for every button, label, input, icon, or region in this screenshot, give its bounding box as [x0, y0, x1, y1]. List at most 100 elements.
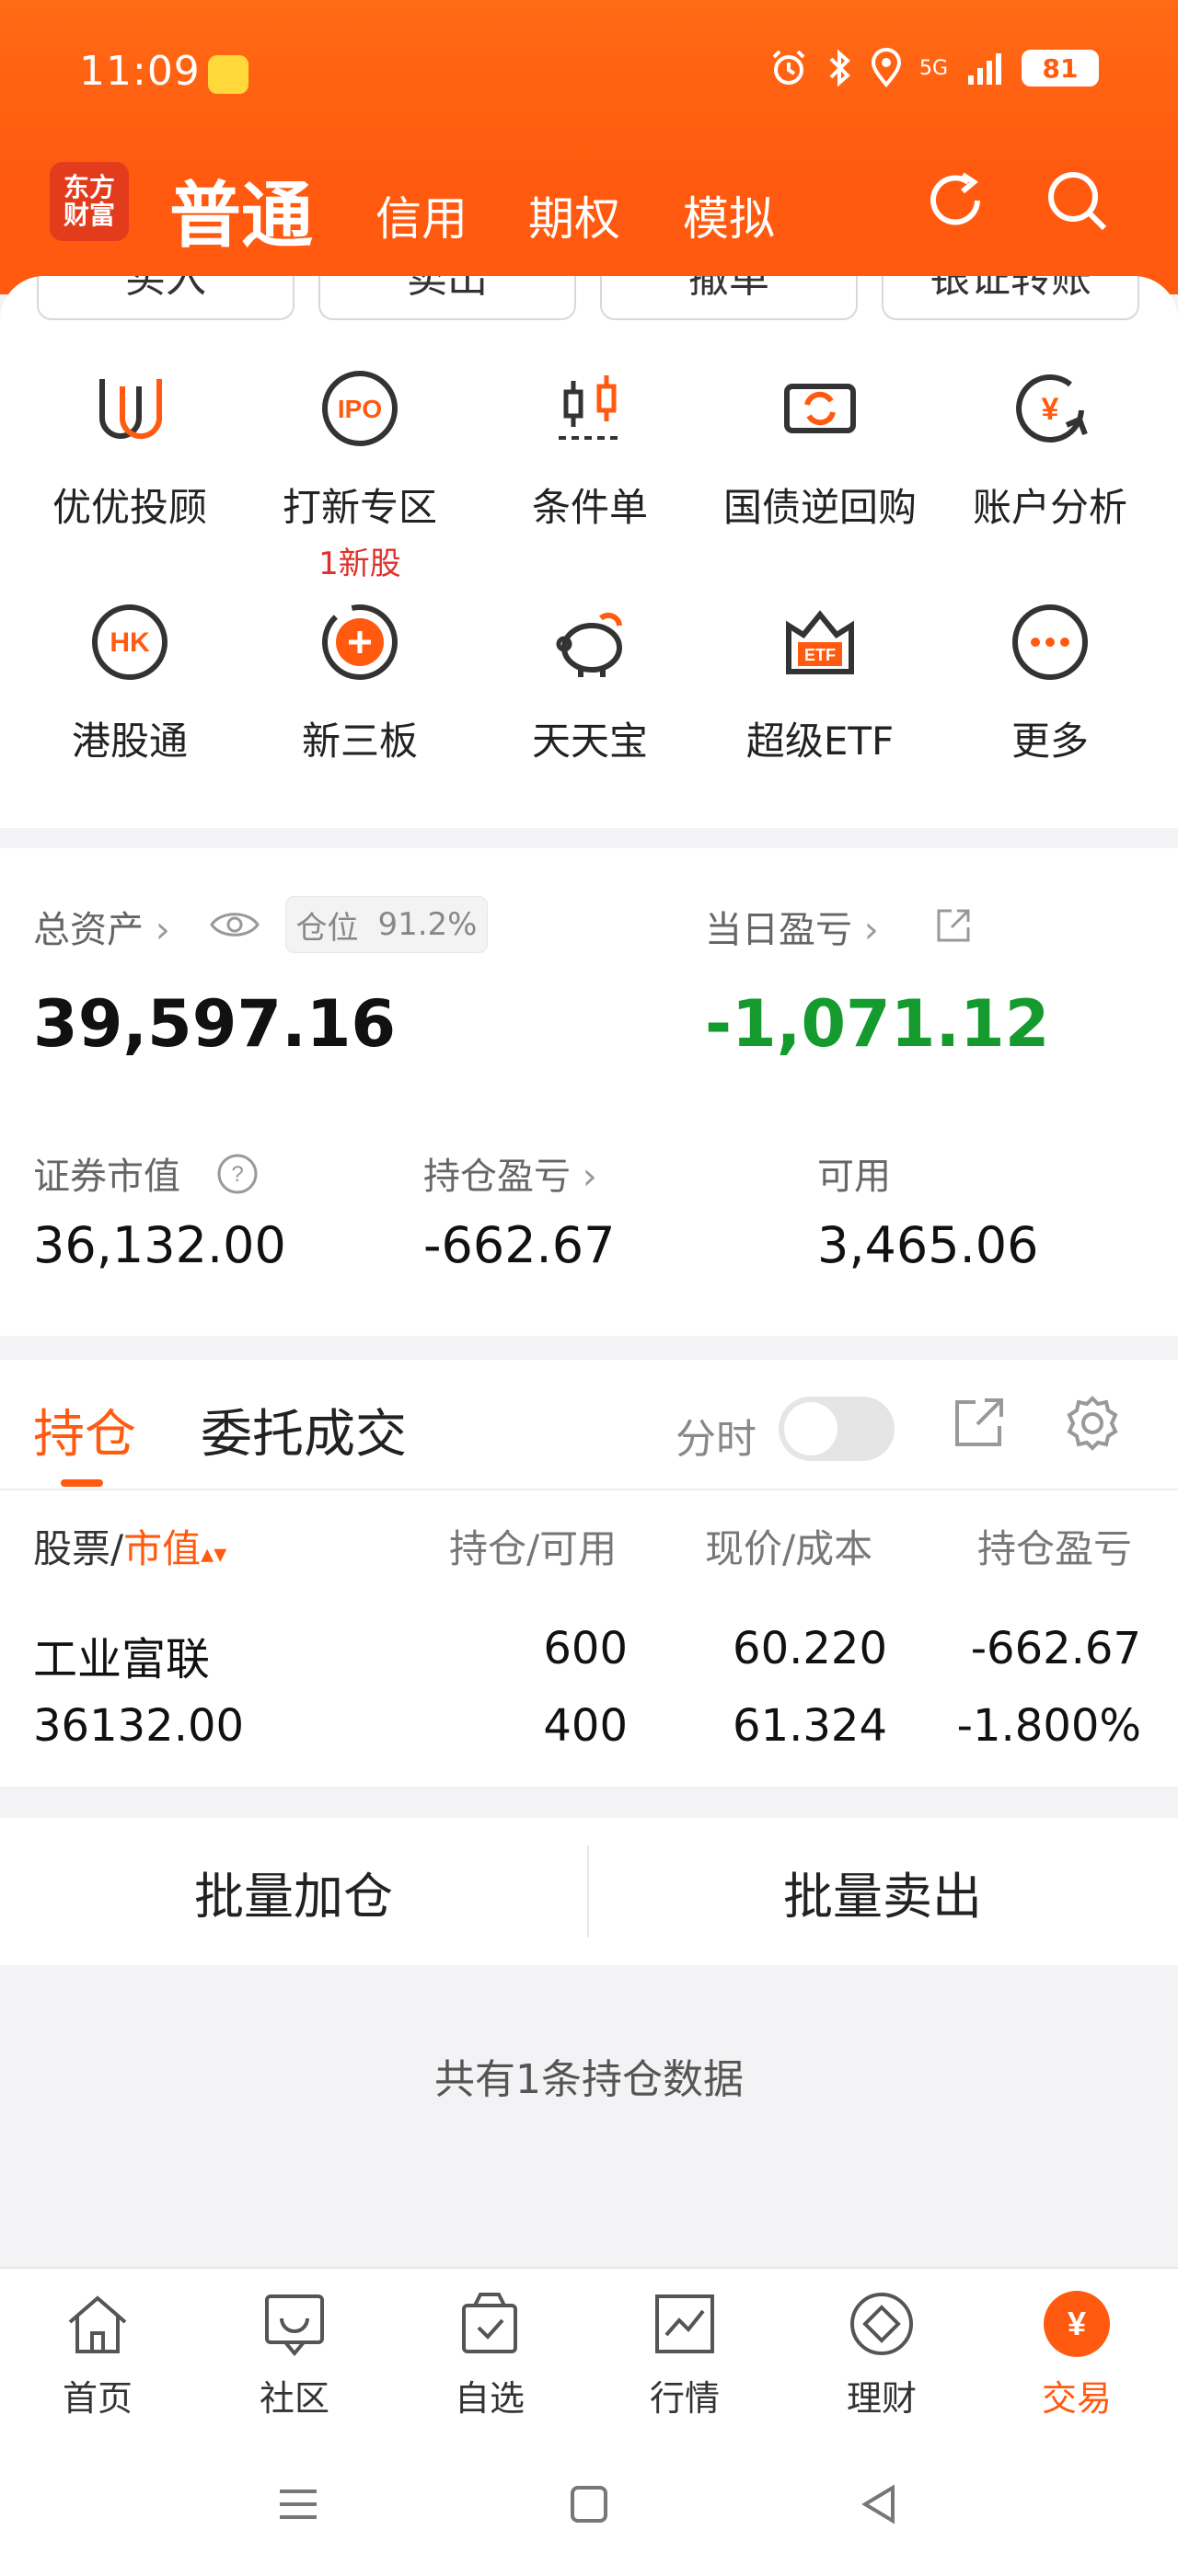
- market-value-label-text: 证券市值: [33, 1156, 180, 1198]
- nav-label: 首页: [62, 2378, 133, 2419]
- eye-icon[interactable]: [208, 907, 261, 942]
- grid-label: 优优投顾: [52, 485, 207, 530]
- batch-sell-button[interactable]: 批量卖出: [589, 1818, 1176, 1965]
- nav-watchlist[interactable]: 自选: [416, 2287, 563, 2421]
- search-icon[interactable]: [1042, 166, 1112, 236]
- position-ratio-badge: 仓位 91.2%: [285, 896, 488, 953]
- signal-icon: [968, 53, 1001, 85]
- bank-transfer-button[interactable]: 银证转账: [882, 276, 1139, 320]
- network-type: 5G: [918, 56, 948, 80]
- back-icon[interactable]: [856, 2480, 904, 2528]
- total-assets-label-text: 总资产: [33, 909, 144, 951]
- chevron-right-icon: ›: [582, 1156, 597, 1198]
- etf-icon: ETF: [786, 610, 854, 674]
- timeshare-label: 分时: [676, 1416, 756, 1463]
- help-icon[interactable]: ?: [215, 1152, 260, 1196]
- asset-summary: 总资产 › 仓位 91.2% 39,597.16 当日盈亏 › -1,071.1…: [0, 848, 1178, 1336]
- cancel-order-button[interactable]: 撤单: [600, 276, 858, 320]
- column-stock[interactable]: 股票/市值▴▾: [33, 1518, 226, 1574]
- svg-text:¥: ¥: [1042, 392, 1059, 427]
- total-assets-label[interactable]: 总资产 ›: [33, 900, 170, 953]
- grid-label: 天天宝: [531, 719, 648, 764]
- daily-pl-label-text: 当日盈亏: [705, 909, 852, 951]
- function-card: 买入 卖出 撤单 银证转账 优优投顾 IPO 打新专区 1新股 条件单 国债逆回…: [0, 276, 1178, 828]
- column-price[interactable]: 现价/成本: [705, 1518, 872, 1574]
- piggy-bank-icon: [556, 612, 622, 677]
- nav-market[interactable]: 行情: [611, 2287, 758, 2421]
- tab-positions[interactable]: 持仓: [33, 1393, 136, 1467]
- stock-market-value: 36132.00: [33, 1700, 245, 1752]
- holding-pl-label[interactable]: 持仓盈亏 ›: [423, 1146, 597, 1200]
- location-icon: [871, 48, 901, 88]
- buy-button[interactable]: 买入: [37, 276, 294, 320]
- nav-label: 自选: [454, 2378, 525, 2419]
- nav-wealth[interactable]: 理财: [808, 2287, 955, 2421]
- daily-pl-label[interactable]: 当日盈亏 ›: [705, 900, 879, 953]
- grid-label: 超级ETF: [745, 719, 895, 764]
- grid-item-piggy-bank[interactable]: 天天宝: [475, 598, 705, 766]
- chevron-right-icon: ›: [863, 909, 879, 951]
- grid-item-more[interactable]: 更多: [935, 598, 1165, 766]
- timeshare-toggle[interactable]: [779, 1397, 895, 1461]
- more-icon: [1012, 604, 1088, 680]
- holding-pl-value: -662.67: [423, 1216, 616, 1274]
- youyou-advisor-icon: [99, 379, 163, 440]
- sort-icon: ▴▾: [201, 1538, 227, 1569]
- status-time: 11:09: [79, 48, 201, 95]
- nav-community[interactable]: 社区: [221, 2287, 368, 2421]
- grid-item-condition-order[interactable]: 条件单: [475, 364, 705, 533]
- holding-pl-label-text: 持仓盈亏: [423, 1156, 571, 1198]
- menu-icon[interactable]: [274, 2480, 322, 2528]
- column-position[interactable]: 持仓/可用: [449, 1518, 617, 1574]
- tab-orders[interactable]: 委托成交: [201, 1393, 407, 1467]
- tab-credit[interactable]: 信用: [375, 182, 468, 248]
- settings-gear-icon[interactable]: [1062, 1393, 1123, 1454]
- grid-item-hk-connect[interactable]: HK 港股通: [15, 598, 245, 766]
- neeq-icon: [322, 604, 398, 680]
- svg-text:IPO: IPO: [338, 395, 382, 423]
- grid-item-account-analysis[interactable]: ¥ 账户分析: [935, 364, 1165, 533]
- app-notification-icon: [208, 55, 248, 94]
- batch-actions: 批量加仓 批量卖出: [0, 1818, 1178, 1965]
- status-icons: 5G 81: [768, 48, 1099, 88]
- export-icon[interactable]: [952, 1395, 1007, 1450]
- grid-label: 更多: [1011, 719, 1089, 764]
- svg-text:?: ?: [231, 1162, 243, 1187]
- grid-item-etf[interactable]: ETF 超级ETF: [705, 598, 935, 766]
- share-icon[interactable]: [933, 905, 974, 946]
- nav-trade[interactable]: ¥ 交易: [1003, 2287, 1150, 2421]
- current-price: 60.220: [733, 1623, 887, 1674]
- svg-text:¥: ¥: [1068, 2305, 1086, 2342]
- grid-item-youyou-advisor[interactable]: 优优投顾: [15, 364, 245, 533]
- available-value: 3,465.06: [817, 1216, 1039, 1274]
- refresh-icon[interactable]: [920, 166, 990, 236]
- tab-normal[interactable]: 普通: [169, 158, 313, 261]
- grid-label: 国债逆回购: [722, 485, 917, 530]
- home-square-icon[interactable]: [565, 2480, 613, 2528]
- wealth-icon: [850, 2293, 913, 2355]
- tab-simulation[interactable]: 模拟: [683, 182, 775, 248]
- sell-button[interactable]: 卖出: [318, 276, 576, 320]
- nav-home[interactable]: 首页: [24, 2287, 171, 2421]
- bottom-navigation: 首页 社区 自选 行情 理财 ¥ 交易: [0, 2267, 1178, 2432]
- svg-text:HK: HK: [110, 627, 150, 658]
- grid-item-reverse-repo[interactable]: 国债逆回购: [705, 364, 935, 533]
- svg-text:ETF: ETF: [804, 646, 836, 664]
- batch-add-button[interactable]: 批量加仓: [0, 1818, 587, 1965]
- grid-label: 港股通: [71, 719, 188, 764]
- logo-text-bottom: 财富: [63, 200, 115, 230]
- chevron-right-icon: ›: [155, 909, 170, 951]
- grid-item-ipo[interactable]: IPO 打新专区 1新股: [245, 364, 475, 583]
- grid-item-neeq[interactable]: 新三板: [245, 598, 475, 766]
- total-assets-value: 39,597.16: [33, 986, 397, 1062]
- nav-label: 交易: [1041, 2378, 1112, 2419]
- nav-label: 行情: [649, 2378, 720, 2419]
- column-pl[interactable]: 持仓盈亏: [977, 1518, 1143, 1574]
- home-icon: [68, 2295, 127, 2353]
- reverse-repo-icon: [784, 384, 856, 433]
- market-value: 36,132.00: [33, 1216, 286, 1274]
- grid-label: 新三板: [301, 719, 418, 764]
- tab-options[interactable]: 期权: [528, 182, 620, 248]
- logo-text-top: 东方: [63, 172, 115, 202]
- trade-icon: ¥: [1044, 2291, 1110, 2357]
